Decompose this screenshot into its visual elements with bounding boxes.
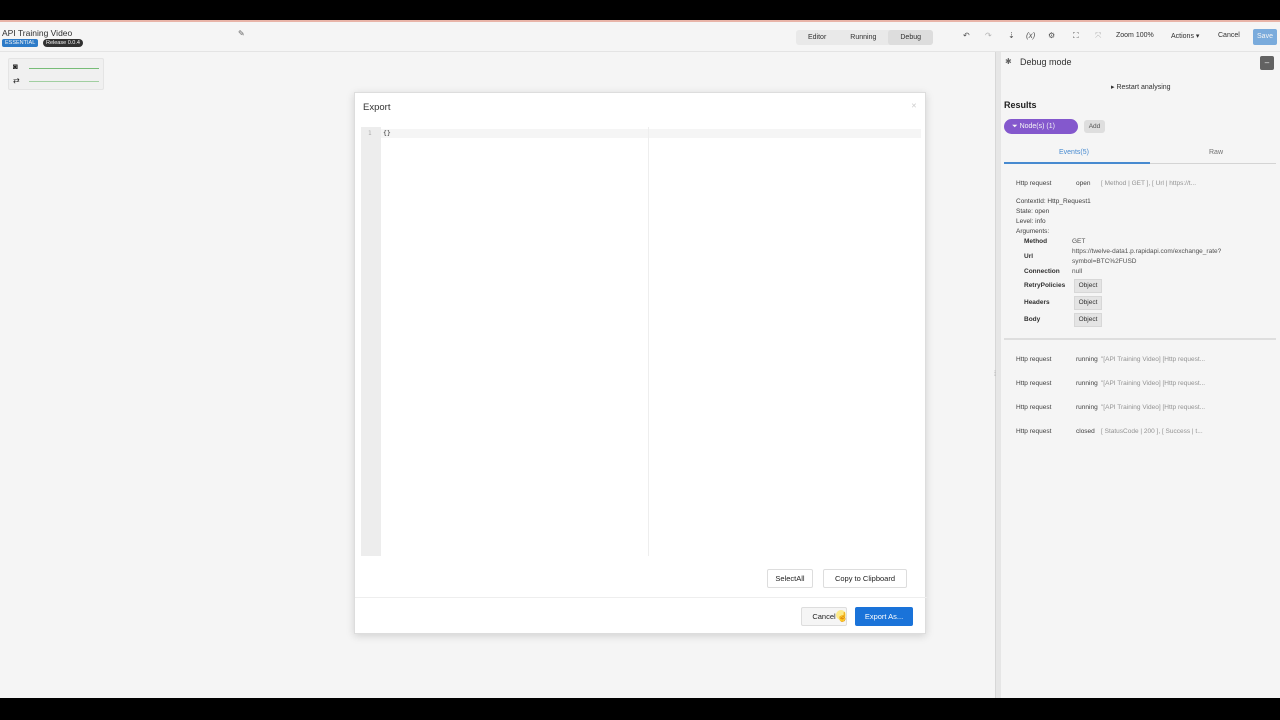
- dialog-title: Export: [363, 102, 391, 113]
- screen-top-bar: [0, 0, 1280, 20]
- copy-to-clipboard-button[interactable]: Copy to Clipboard: [823, 569, 907, 588]
- code-editor[interactable]: 1 {}: [361, 127, 921, 556]
- print-margin: [648, 127, 649, 556]
- screen-bottom-bar: [0, 698, 1280, 720]
- select-all-button[interactable]: SelectAll: [767, 569, 813, 588]
- close-icon[interactable]: ✕: [911, 102, 917, 110]
- active-line: [381, 129, 921, 138]
- line-number: 1: [368, 130, 372, 137]
- dialog-divider: [355, 597, 927, 598]
- editor-gutter: [361, 127, 381, 556]
- export-as-button[interactable]: Export As...: [855, 607, 913, 626]
- code-content[interactable]: {}: [383, 129, 391, 137]
- hand-cursor-icon: ☝: [837, 612, 849, 622]
- export-dialog: Export ✕ 1 {} SelectAll Copy to Clipboar…: [354, 92, 927, 634]
